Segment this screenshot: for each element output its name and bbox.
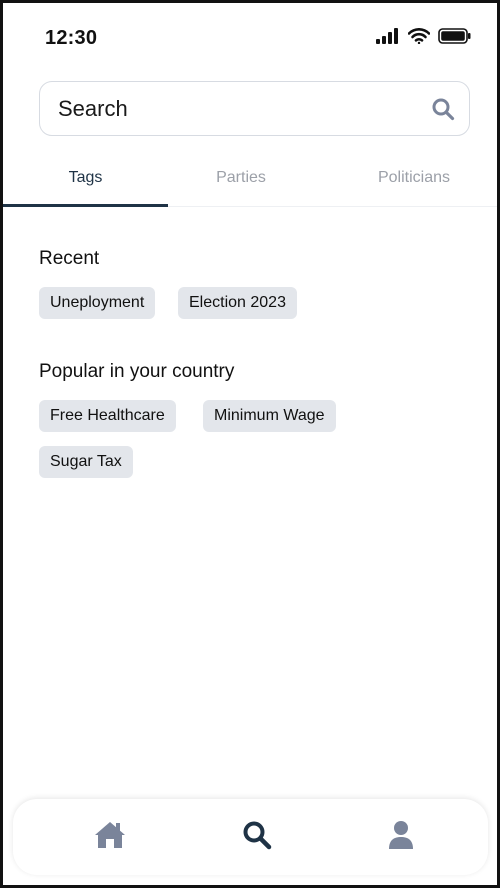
recent-section-title: Recent bbox=[39, 248, 100, 269]
battery-icon bbox=[438, 28, 471, 44]
phone-screen: 12:30 Search Tags Parties Politicians Re… bbox=[0, 0, 500, 888]
nav-profile-button[interactable] bbox=[381, 819, 421, 855]
tag-chip[interactable]: Minimum Wage bbox=[203, 400, 336, 432]
cellular-signal-icon bbox=[376, 28, 400, 44]
status-icons bbox=[376, 28, 471, 44]
active-tab-indicator bbox=[3, 204, 168, 207]
bottom-navigation bbox=[13, 799, 488, 875]
search-bar[interactable] bbox=[39, 81, 470, 136]
nav-home-button[interactable] bbox=[90, 819, 130, 855]
tab-politicians-label: Politicians bbox=[377, 169, 451, 186]
wifi-icon bbox=[408, 28, 430, 44]
tab-politicians[interactable]: Politicians bbox=[314, 159, 497, 207]
tab-parties-label: Parties bbox=[216, 169, 266, 186]
status-time: 12:30 bbox=[45, 27, 98, 49]
user-icon bbox=[387, 820, 415, 855]
tag-chip[interactable]: Uneployment bbox=[39, 287, 156, 319]
home-icon bbox=[94, 821, 126, 854]
popular-section-title: Popular in your country bbox=[39, 361, 235, 382]
search-icon[interactable] bbox=[431, 97, 455, 126]
tag-chip[interactable]: Sugar Tax bbox=[39, 446, 133, 478]
search-input[interactable] bbox=[58, 82, 418, 135]
tab-tags-label: Tags bbox=[68, 169, 103, 186]
nav-search-button[interactable] bbox=[237, 819, 277, 855]
search-icon bbox=[242, 820, 272, 855]
tag-chip[interactable]: Free Healthcare bbox=[39, 400, 176, 432]
tab-bar: Tags Parties Politicians bbox=[3, 159, 497, 207]
tab-tags[interactable]: Tags bbox=[3, 159, 168, 207]
status-bar: 12:30 bbox=[3, 3, 497, 73]
tag-chip[interactable]: Election 2023 bbox=[178, 287, 297, 319]
tab-parties[interactable]: Parties bbox=[168, 159, 314, 207]
